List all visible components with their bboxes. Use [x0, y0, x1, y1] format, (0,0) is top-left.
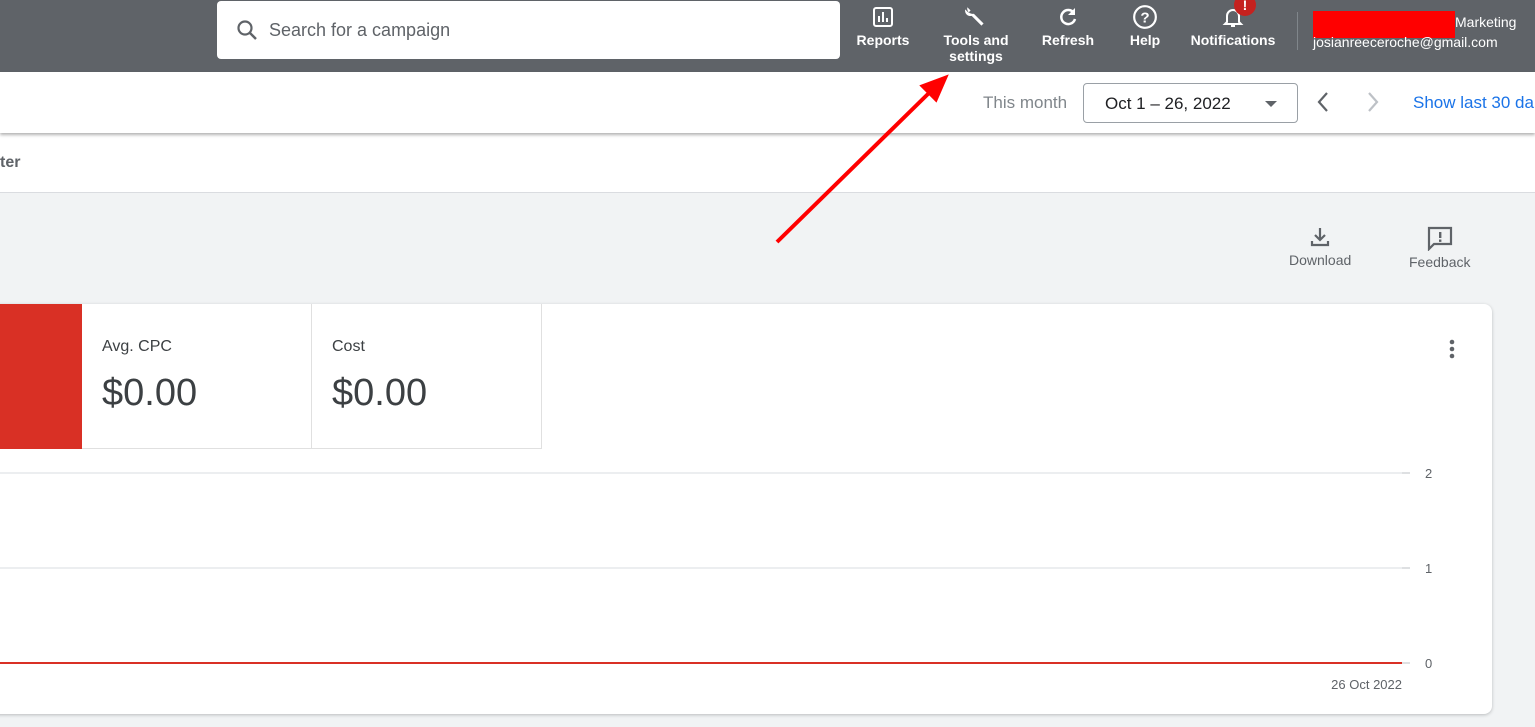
feedback-icon: [1427, 226, 1452, 252]
y-tick-label: 0: [1425, 656, 1432, 671]
bell-icon: !: [1184, 0, 1282, 32]
refresh-icon: [1038, 2, 1098, 32]
help-button[interactable]: ? Help: [1120, 2, 1170, 48]
reports-icon: [853, 2, 913, 32]
date-range-dropdown[interactable]: Oct 1 – 26, 2022: [1083, 83, 1298, 123]
notifications-button[interactable]: ! Notifications: [1184, 0, 1282, 48]
chevron-right-icon[interactable]: [1364, 90, 1382, 114]
download-icon: [1311, 228, 1330, 247]
search-input[interactable]: Search for a campaign: [217, 1, 840, 59]
account-name[interactable]: Marketing: [1455, 14, 1516, 30]
y-tick-label: 1: [1425, 561, 1432, 576]
date-preset-label: This month: [983, 93, 1068, 112]
help-icon: ?: [1120, 2, 1170, 32]
notification-badge: !: [1234, 0, 1256, 16]
tools-and-settings-button[interactable]: Tools and settings: [936, 2, 1016, 64]
show-last-30-days-link[interactable]: Show last 30 da: [1413, 93, 1534, 113]
caret-down-icon: [1265, 101, 1277, 107]
y-tick-label: 2: [1425, 466, 1432, 481]
wrench-icon: [936, 2, 1016, 32]
search-icon: [237, 20, 257, 40]
filter-bar: ter: [0, 133, 1535, 193]
more-options-icon[interactable]: [1449, 339, 1455, 361]
reports-button[interactable]: Reports: [853, 2, 913, 48]
download-button[interactable]: Download: [1289, 225, 1351, 268]
search-placeholder: Search for a campaign: [269, 19, 451, 40]
date-range-bar: This month Oct 1 – 26, 2022 Show last 30…: [0, 72, 1535, 133]
x-axis-date-label: 26 Oct 2022: [1331, 677, 1402, 692]
scorecard-selected[interactable]: [0, 304, 82, 449]
top-bar: Search for a campaign Reports Tools and …: [0, 0, 1535, 72]
refresh-button[interactable]: Refresh: [1038, 2, 1098, 48]
account-email[interactable]: josianreeceroche@gmail.com: [1313, 34, 1498, 50]
svg-text:?: ?: [1140, 9, 1149, 26]
scorecard-cost[interactable]: Cost $0.00: [312, 304, 542, 449]
scorecard-avg-cpc[interactable]: Avg. CPC $0.00: [82, 304, 312, 449]
performance-chart: 0 1 2 26 Oct 2022: [0, 466, 1432, 692]
filter-label[interactable]: ter: [0, 154, 20, 172]
divider: [1297, 12, 1298, 50]
feedback-button[interactable]: Feedback: [1409, 225, 1470, 270]
chevron-left-icon[interactable]: [1314, 90, 1332, 114]
